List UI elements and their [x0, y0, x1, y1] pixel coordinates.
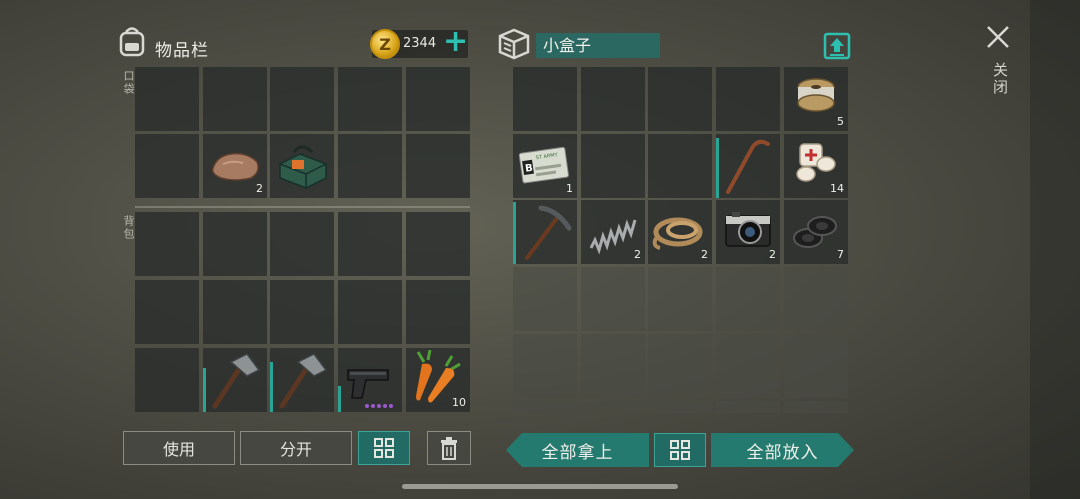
container-name[interactable]: 小盒子 [536, 33, 660, 58]
crowbar-icon [726, 139, 770, 194]
split-button[interactable]: 分开 [240, 431, 352, 465]
pocket-slot[interactable] [406, 134, 470, 198]
pocket-slot[interactable] [406, 67, 470, 131]
discard-button[interactable] [427, 431, 471, 465]
item-quantity: 5 [837, 115, 844, 128]
inventory-title: 物品栏 [155, 41, 209, 61]
backpack-slot[interactable] [203, 280, 267, 344]
upload-icon[interactable] [823, 32, 851, 60]
backpack-slot[interactable] [135, 348, 199, 412]
container-slot[interactable] [648, 67, 712, 131]
backpack-slot[interactable] [406, 212, 470, 276]
pocket-slot[interactable] [135, 134, 199, 198]
trash-icon [441, 437, 457, 460]
hatchet-icon [212, 353, 261, 409]
coin-icon: Z [370, 29, 400, 59]
container-slot-bandage[interactable]: 14 [784, 134, 848, 198]
container-slot[interactable] [784, 334, 848, 398]
item-quantity: 7 [837, 248, 844, 261]
container-slot[interactable] [716, 401, 780, 413]
item-quantity: 2 [256, 182, 263, 195]
container-slot[interactable] [648, 334, 712, 398]
section-divider [135, 206, 470, 208]
item-quantity: 2 [634, 248, 641, 261]
pocket-slot[interactable] [270, 67, 334, 131]
container-slot-pickaxe[interactable] [513, 200, 577, 264]
item-quantity: 2 [769, 248, 776, 261]
backpack-slot-carrot[interactable]: 10 [406, 348, 470, 412]
backpack-slot[interactable] [406, 280, 470, 344]
item-quantity: 1 [566, 182, 573, 195]
grid-icon [670, 440, 690, 460]
attachment-dots-icon [365, 404, 393, 408]
container-slot-id-card[interactable]: B ST ARMY 1 [513, 134, 577, 198]
side-strip [1030, 0, 1080, 499]
container-slot[interactable] [716, 67, 780, 131]
backpack-slot[interactable] [135, 280, 199, 344]
container-slot-spring[interactable]: 2 [581, 200, 645, 264]
container-slot[interactable] [513, 267, 577, 331]
close-label[interactable]: 关闭 [990, 62, 1011, 96]
backpack-slot[interactable] [135, 212, 199, 276]
container-slot-camera[interactable]: 2 [716, 200, 780, 264]
home-indicator[interactable] [402, 484, 678, 489]
item-quantity: 10 [452, 396, 466, 409]
pocket-slot[interactable] [338, 134, 402, 198]
backpack-slot-hatchet[interactable] [270, 348, 334, 412]
container-slot[interactable] [513, 67, 577, 131]
container-slot[interactable] [513, 334, 577, 398]
put-all-button[interactable]: 全部放入 [711, 433, 854, 467]
container-slot[interactable] [581, 267, 645, 331]
backpack-icon [116, 24, 148, 58]
container-slot-rope[interactable]: 2 [648, 200, 712, 264]
backpack-label: 背包 [122, 215, 135, 241]
backpack-slot[interactable] [338, 212, 402, 276]
pocket-slot[interactable] [135, 67, 199, 131]
hatchet-icon [279, 353, 328, 409]
item-quantity: 14 [830, 182, 844, 195]
backpack-slot[interactable] [270, 280, 334, 344]
sort-container-button[interactable] [654, 433, 706, 467]
add-coins-button[interactable]: + [443, 27, 468, 57]
close-icon[interactable] [985, 24, 1011, 50]
take-all-button[interactable]: 全部拿上 [506, 433, 649, 467]
item-quantity: 2 [701, 248, 708, 261]
svg-text:ST ARMY: ST ARMY [535, 152, 559, 161]
backpack-slot-pistol[interactable] [338, 348, 402, 412]
container-slot[interactable] [581, 401, 645, 413]
explosive-pack-icon [279, 145, 327, 189]
coin-amount: 2344 [403, 36, 437, 51]
container-slot[interactable] [784, 267, 848, 331]
pocket-label: 口袋 [122, 70, 135, 96]
container-slot[interactable] [581, 134, 645, 198]
container-slot[interactable] [648, 267, 712, 331]
container-slot-tape[interactable]: 7 [784, 200, 848, 264]
container-slot[interactable] [784, 401, 848, 413]
use-button[interactable]: 使用 [123, 431, 235, 465]
container-slot[interactable] [648, 401, 712, 413]
container-slot[interactable] [581, 67, 645, 131]
pocket-slot[interactable] [203, 67, 267, 131]
container-slot[interactable] [648, 134, 712, 198]
container-slot-crowbar[interactable] [716, 134, 780, 198]
backpack-slot[interactable] [338, 280, 402, 344]
pocket-slot-explosive[interactable] [270, 134, 334, 198]
pickaxe-icon [525, 205, 572, 260]
container-slot[interactable] [513, 401, 577, 413]
container-slot-wire[interactable]: 5 [784, 67, 848, 131]
container-slot[interactable] [581, 334, 645, 398]
sort-inventory-button[interactable] [358, 431, 410, 465]
grid-icon [374, 438, 394, 458]
pocket-slot[interactable] [338, 67, 402, 131]
container-slot[interactable] [716, 267, 780, 331]
backpack-slot-hatchet[interactable] [203, 348, 267, 412]
pocket-slot-stone[interactable]: 2 [203, 134, 267, 198]
backpack-slot[interactable] [203, 212, 267, 276]
container-slot[interactable] [716, 334, 780, 398]
backpack-slot[interactable] [270, 212, 334, 276]
box-icon [496, 26, 532, 60]
